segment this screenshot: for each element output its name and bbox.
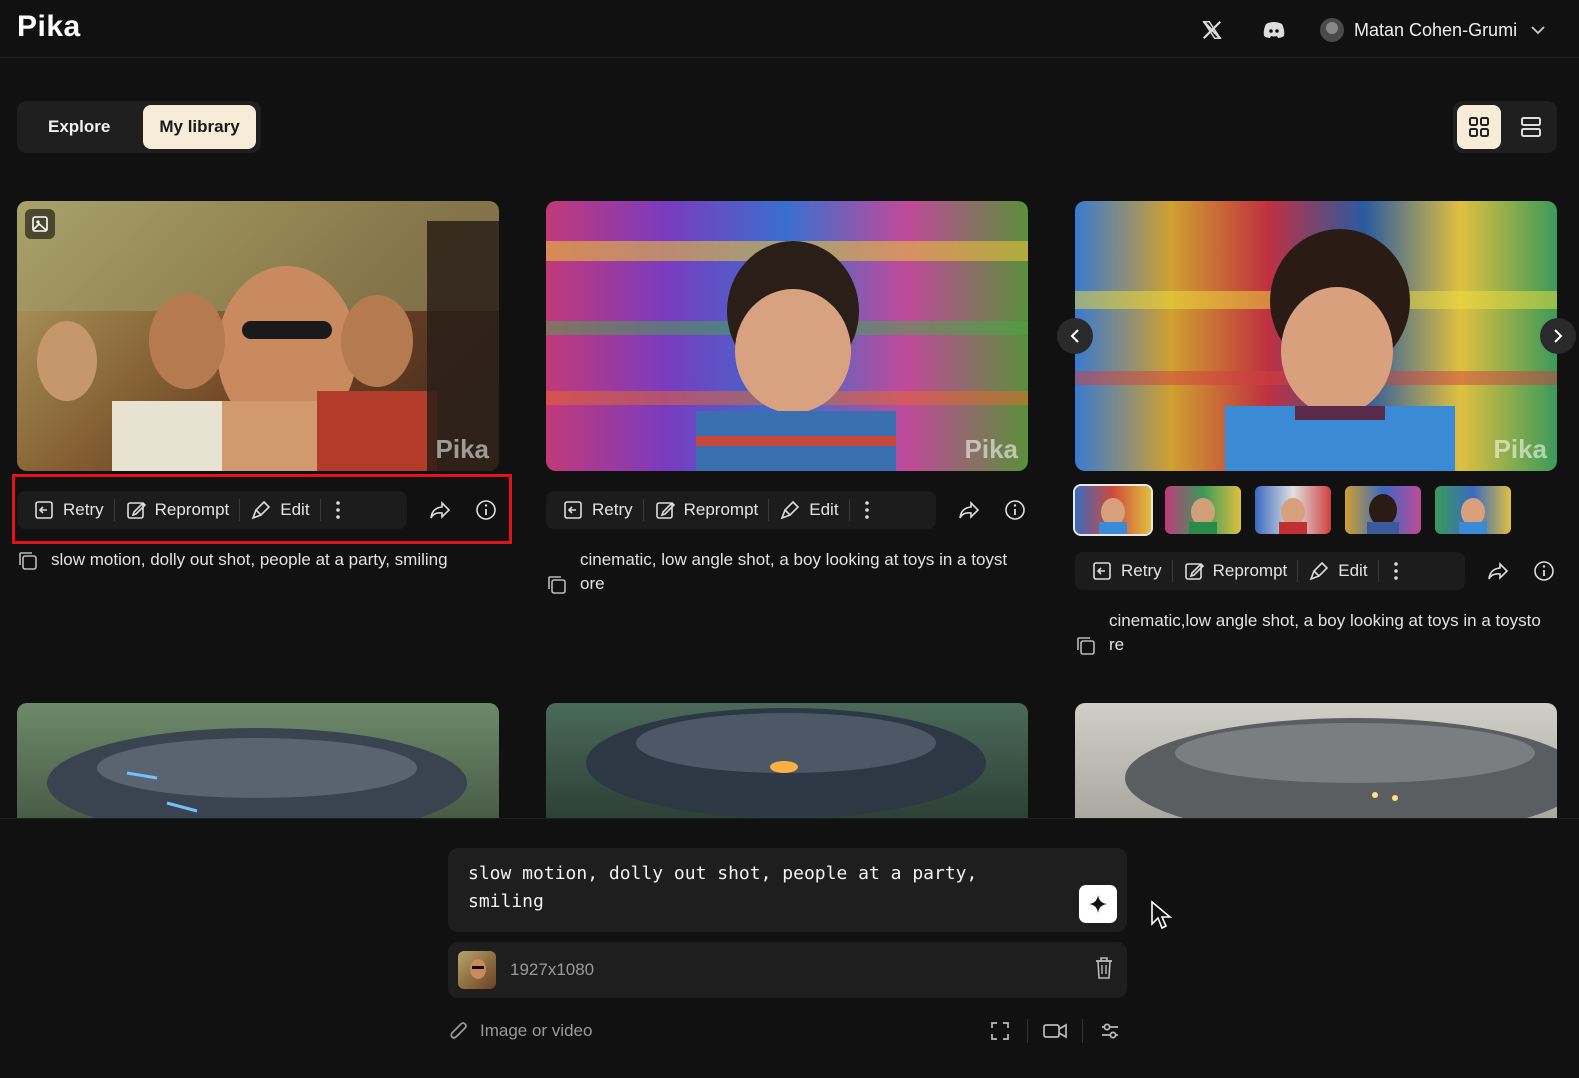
prompt-label: cinematic, low angle shot, a boy looking… xyxy=(580,550,1008,593)
library-tabs: Explore My library xyxy=(17,101,261,153)
carousel-next-icon[interactable] xyxy=(1540,318,1576,354)
card-actions: Retry Reprompt Edit xyxy=(546,491,1032,529)
variation-thumbnail[interactable] xyxy=(1073,484,1153,536)
reprompt-button[interactable]: Reprompt xyxy=(1173,556,1298,586)
prompt-label: cinematic,low angle shot, a boy looking … xyxy=(1109,611,1541,654)
video-camera-icon[interactable] xyxy=(1038,1014,1072,1048)
attach-media-button[interactable]: Image or video xyxy=(448,1020,592,1042)
aspect-ratio-icon[interactable] xyxy=(983,1014,1017,1048)
user-name: Matan Cohen-Grumi xyxy=(1354,19,1518,40)
paperclip-icon xyxy=(450,1022,467,1039)
share-icon[interactable] xyxy=(952,493,986,527)
grid-view-icon[interactable] xyxy=(1457,105,1501,149)
generate-sparkle-icon[interactable] xyxy=(1079,885,1117,923)
more-options-icon[interactable] xyxy=(850,493,884,527)
retry-button[interactable]: Retry xyxy=(23,495,114,525)
chevron-down-icon xyxy=(1531,22,1545,38)
view-mode-toggle xyxy=(1453,101,1557,153)
reprompt-label: Reprompt xyxy=(1212,561,1288,580)
retry-icon xyxy=(564,501,582,519)
edit-label: Edit xyxy=(280,500,310,519)
card-actions: Retry Reprompt Edit xyxy=(1075,552,1561,590)
copy-icon[interactable] xyxy=(17,550,39,579)
retry-icon xyxy=(35,501,53,519)
attachment-thumbnail[interactable] xyxy=(458,951,496,989)
retry-button[interactable]: Retry xyxy=(1081,556,1172,586)
pika-logo[interactable]: Pika xyxy=(17,10,81,44)
reprompt-icon xyxy=(1184,562,1204,580)
composer-settings xyxy=(983,1014,1127,1048)
retry-icon xyxy=(1093,562,1111,580)
brush-icon xyxy=(251,500,271,520)
user-avatar xyxy=(1320,18,1344,42)
settings-sliders-icon[interactable] xyxy=(1093,1014,1127,1048)
info-icon[interactable] xyxy=(998,493,1032,527)
pika-watermark: Pika xyxy=(964,434,1019,464)
edit-button[interactable]: Edit xyxy=(240,495,319,525)
retry-label: Retry xyxy=(592,500,633,519)
variation-thumbnail[interactable] xyxy=(1165,486,1241,534)
brush-icon xyxy=(780,500,800,520)
edit-button[interactable]: Edit xyxy=(769,495,848,525)
prompt-input[interactable]: slow motion, dolly out shot, people at a… xyxy=(468,860,1048,916)
mouse-cursor-icon xyxy=(1150,900,1173,937)
edit-label: Edit xyxy=(809,500,839,519)
reprompt-label: Reprompt xyxy=(683,500,759,519)
variation-strip xyxy=(1073,484,1511,536)
composer-tools: Image or video xyxy=(448,1014,1127,1048)
top-bar: Pika Matan Cohen-Grumi xyxy=(0,0,1579,58)
reprompt-icon xyxy=(655,501,675,519)
reprompt-button[interactable]: Reprompt xyxy=(115,495,240,525)
brush-icon xyxy=(1309,561,1329,581)
reprompt-button[interactable]: Reprompt xyxy=(644,495,769,525)
trash-icon[interactable] xyxy=(1093,956,1115,985)
divider xyxy=(1082,1019,1083,1043)
action-group: Retry Reprompt Edit xyxy=(1075,552,1465,590)
info-icon[interactable] xyxy=(469,493,503,527)
prompt-text: cinematic,low angle shot, a boy looking … xyxy=(1075,609,1565,664)
variation-thumbnail[interactable] xyxy=(1255,486,1331,534)
prompt-composer[interactable]: slow motion, dolly out shot, people at a… xyxy=(448,848,1127,932)
share-icon[interactable] xyxy=(1481,554,1515,588)
list-view-icon[interactable] xyxy=(1509,105,1553,149)
copy-icon[interactable] xyxy=(546,550,568,603)
share-icon[interactable] xyxy=(423,493,457,527)
retry-button[interactable]: Retry xyxy=(552,495,643,525)
prompt-label: slow motion, dolly out shot, people at a… xyxy=(51,550,448,569)
video-thumbnail-boy-toystore-2[interactable]: Pika xyxy=(1075,201,1557,471)
card-actions: Retry Reprompt Edit xyxy=(17,491,503,529)
user-menu[interactable]: Matan Cohen-Grumi xyxy=(1320,14,1545,46)
retry-label: Retry xyxy=(63,500,104,519)
image-source-icon xyxy=(25,209,55,239)
edit-button[interactable]: Edit xyxy=(1298,556,1377,586)
reprompt-label: Reprompt xyxy=(154,500,230,519)
action-group: Retry Reprompt Edit xyxy=(17,491,407,529)
prompt-text: slow motion, dolly out shot, people at a… xyxy=(17,548,499,579)
pika-watermark: Pika xyxy=(1493,434,1548,464)
more-options-icon[interactable] xyxy=(1379,554,1413,588)
retry-label: Retry xyxy=(1121,561,1162,580)
divider xyxy=(1027,1019,1028,1043)
variation-thumbnail[interactable] xyxy=(1345,486,1421,534)
attachment-row: 1927x1080 xyxy=(448,942,1127,998)
info-icon[interactable] xyxy=(1527,554,1561,588)
video-thumbnail-boy-toystore[interactable]: Pika xyxy=(546,201,1028,471)
prompt-text: cinematic, low angle shot, a boy looking… xyxy=(546,548,1028,603)
more-options-icon[interactable] xyxy=(321,493,355,527)
x-logo-icon[interactable] xyxy=(1198,16,1226,44)
edit-label: Edit xyxy=(1338,561,1368,580)
attachment-dimensions: 1927x1080 xyxy=(510,960,595,979)
copy-icon[interactable] xyxy=(1075,611,1097,664)
discord-icon[interactable] xyxy=(1260,16,1288,44)
carousel-prev-icon[interactable] xyxy=(1057,318,1093,354)
tab-explore[interactable]: Explore xyxy=(21,105,137,149)
reprompt-icon xyxy=(126,501,146,519)
pika-watermark: Pika xyxy=(435,434,490,464)
variation-thumbnail[interactable] xyxy=(1435,486,1511,534)
action-group: Retry Reprompt Edit xyxy=(546,491,936,529)
video-thumbnail-party[interactable]: Pika xyxy=(17,201,499,471)
tab-my-library[interactable]: My library xyxy=(143,105,256,149)
attach-placeholder: Image or video xyxy=(480,1021,593,1040)
